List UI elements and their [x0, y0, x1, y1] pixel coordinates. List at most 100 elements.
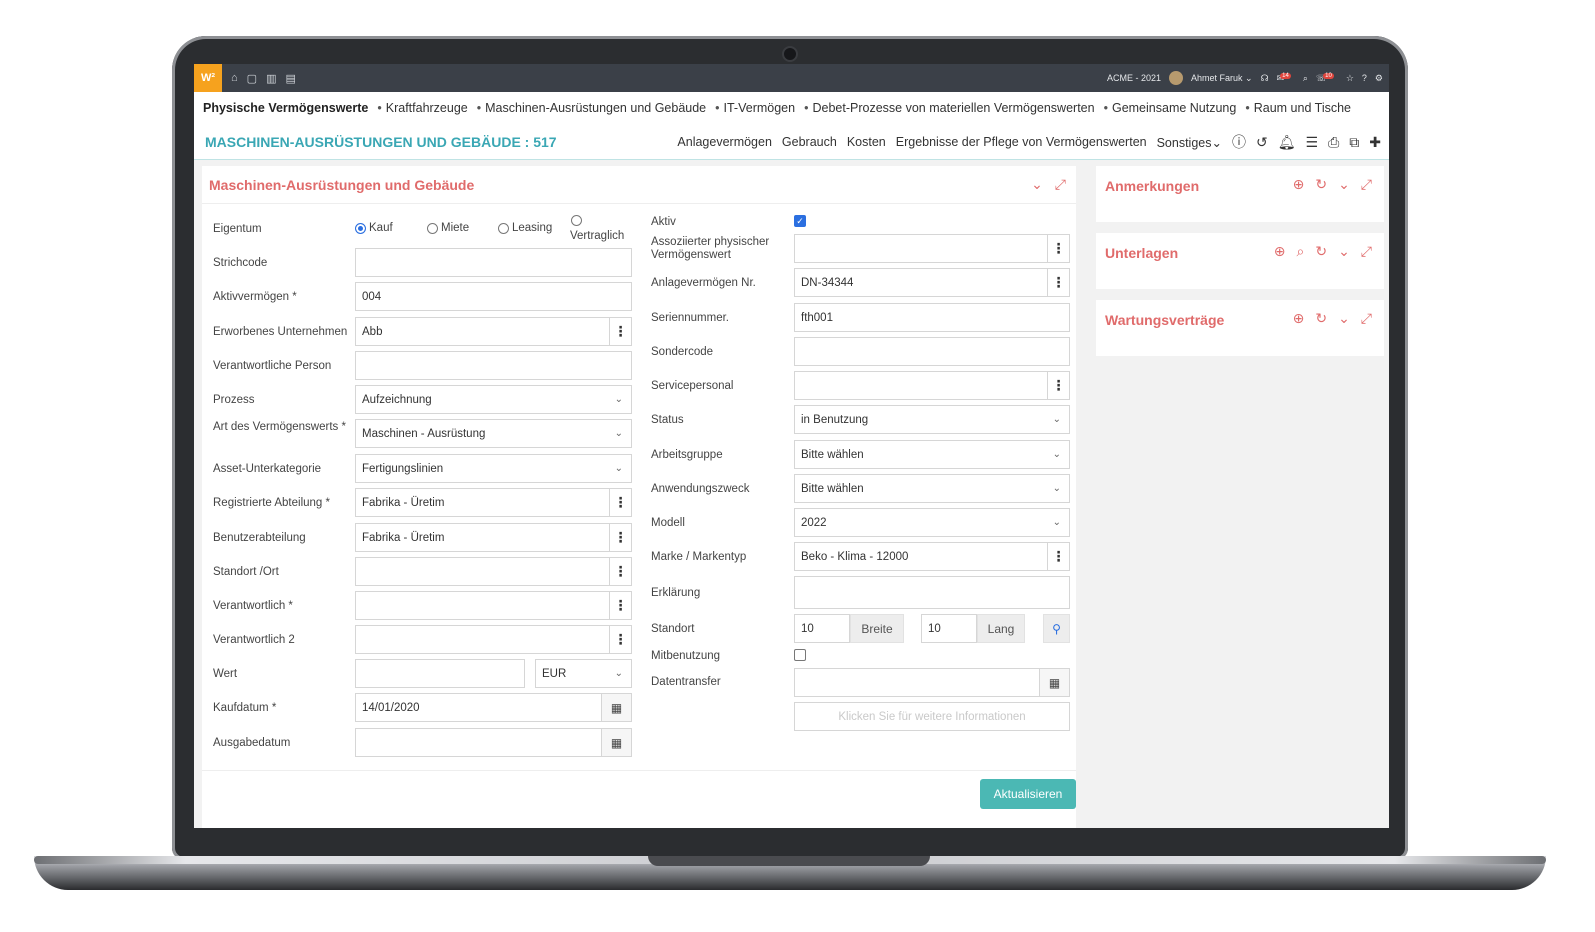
refresh-icon[interactable]: ↻: [1315, 243, 1327, 260]
star-icon[interactable]: ☆: [1346, 73, 1354, 84]
tab-kosten[interactable]: Kosten: [847, 135, 886, 149]
aktivvermoegen-input[interactable]: 004: [355, 282, 632, 311]
more-icon[interactable]: ⋮: [1047, 269, 1069, 296]
anwendungszweck-select[interactable]: Bitte wählen ⌄: [794, 474, 1070, 503]
company-selector[interactable]: ACME - 2021: [1107, 73, 1161, 83]
app-logo[interactable]: W²: [194, 64, 222, 92]
aktiv-checkbox[interactable]: ✓: [794, 215, 806, 227]
erworbenes-input[interactable]: Abb ⋮: [355, 317, 632, 346]
erklaerung-textarea[interactable]: [794, 576, 1070, 609]
lang-input[interactable]: 10: [921, 614, 977, 643]
collapse-icon[interactable]: ⌄: [1338, 310, 1350, 327]
nav-raum[interactable]: Raum und Tische: [1254, 101, 1351, 115]
headset-icon[interactable]: ☊: [1261, 73, 1269, 84]
collapse-icon[interactable]: ⌄: [1031, 176, 1043, 193]
tab-ergebnisse[interactable]: Ergebnisse der Pflege von Vermögenswerte…: [896, 135, 1147, 149]
verantwortlich-input[interactable]: ⋮: [355, 591, 632, 620]
refresh-icon[interactable]: ↻: [1315, 176, 1327, 193]
document-icon[interactable]: ▢: [247, 72, 257, 85]
calendar-icon[interactable]: ▦: [601, 694, 631, 721]
status-select[interactable]: in Benutzung ⌄: [794, 405, 1070, 434]
registrierte-input[interactable]: Fabrika - Üretim ⋮: [355, 488, 632, 517]
collapse-icon[interactable]: ⌄: [1338, 176, 1350, 193]
seriennummer-input[interactable]: fth001: [794, 303, 1070, 332]
arbeitsgruppe-select[interactable]: Bitte wählen ⌄: [794, 440, 1070, 469]
benutzerabteilung-input[interactable]: Fabrika - Üretim ⋮: [355, 523, 632, 552]
more-icon[interactable]: ⋮: [609, 489, 631, 516]
home-icon[interactable]: ⌂: [231, 72, 238, 84]
expand-icon[interactable]: ⤢: [1361, 176, 1372, 193]
notifications-icon[interactable]: ☏10: [1316, 72, 1338, 84]
mitbenutzung-checkbox[interactable]: [794, 649, 806, 661]
tab-sonstiges[interactable]: Sonstiges⌄: [1157, 135, 1222, 150]
verantwortlich2-input[interactable]: ⋮: [355, 625, 632, 654]
more-icon[interactable]: ⋮: [609, 318, 631, 345]
add-circle-icon[interactable]: ⊕: [1293, 310, 1305, 327]
chart-icon[interactable]: ▥: [266, 72, 276, 85]
messages-icon[interactable]: ✉14: [1277, 72, 1295, 84]
nav-gemeinsame[interactable]: Gemeinsame Nutzung: [1112, 101, 1236, 115]
nav-kraftfahrzeuge[interactable]: Kraftfahrzeuge: [386, 101, 468, 115]
calendar-icon[interactable]: ▦: [1039, 669, 1069, 696]
print-icon[interactable]: ⎙: [1328, 134, 1339, 151]
assoziierter-input[interactable]: ⋮: [794, 234, 1070, 263]
radio-miete[interactable]: Miete: [427, 222, 469, 234]
more-icon[interactable]: ⋮: [609, 626, 631, 653]
update-button[interactable]: Aktualisieren: [980, 779, 1076, 809]
more-icon[interactable]: ⋮: [1047, 543, 1069, 570]
unterkategorie-select[interactable]: Fertigungslinien ⌄: [355, 454, 632, 483]
copy-icon[interactable]: ⧉: [1349, 134, 1359, 151]
modell-select[interactable]: 2022 ⌄: [794, 508, 1070, 537]
nav-maschinen[interactable]: Maschinen-Ausrüstungen und Gebäude: [485, 101, 706, 115]
nav-it[interactable]: IT-Vermögen: [724, 101, 796, 115]
more-icon[interactable]: ⋮: [609, 592, 631, 619]
history-icon[interactable]: ↺: [1256, 134, 1268, 151]
map-pin-icon[interactable]: ⚲: [1043, 614, 1070, 643]
list-icon[interactable]: ☰: [1306, 134, 1319, 151]
avatar[interactable]: [1169, 71, 1183, 85]
more-icon[interactable]: ⋮: [1047, 235, 1069, 262]
radio-kauf[interactable]: Kauf: [355, 222, 393, 234]
nav-debet[interactable]: Debet-Prozesse von materiellen Vermögens…: [812, 101, 1094, 115]
chat-icon[interactable]: ⌕: [1303, 73, 1308, 84]
help-icon[interactable]: ?: [1362, 73, 1367, 83]
more-icon[interactable]: ⋮: [609, 558, 631, 585]
breite-input[interactable]: 10: [794, 614, 850, 643]
expand-icon[interactable]: ⤢: [1361, 243, 1372, 260]
search-icon[interactable]: ⌕: [1296, 243, 1304, 260]
currency-select[interactable]: EUR ⌄: [535, 659, 632, 688]
strichcode-input[interactable]: [355, 248, 632, 277]
expand-icon[interactable]: ⤢: [1361, 310, 1372, 327]
nav-physische[interactable]: Physische Vermögenswerte: [203, 101, 368, 115]
more-icon[interactable]: ⋮: [609, 524, 631, 551]
calendar-icon[interactable]: ▤: [285, 72, 295, 85]
user-menu[interactable]: Ahmet Faruk ⌄: [1191, 73, 1253, 84]
settings-icon[interactable]: ⚙: [1375, 73, 1383, 84]
standort-ort-input[interactable]: ⋮: [355, 557, 632, 586]
calendar-icon[interactable]: ▦: [601, 729, 631, 756]
add-icon[interactable]: ✚: [1369, 134, 1381, 151]
sondercode-input[interactable]: [794, 337, 1070, 366]
kaufdatum-input[interactable]: 14/01/2020 ▦: [355, 693, 632, 722]
marke-input[interactable]: Beko - Klima - 12000 ⋮: [794, 542, 1070, 571]
radio-vertraglich[interactable]: [571, 215, 582, 226]
datentransfer-input[interactable]: ▦: [794, 668, 1070, 697]
wert-input[interactable]: [355, 659, 525, 688]
anlage-nr-input[interactable]: DN-34344 ⋮: [794, 268, 1070, 297]
tab-anlagevermoegen[interactable]: Anlagevermögen: [677, 135, 772, 149]
verantwortliche-input[interactable]: [355, 351, 632, 380]
add-circle-icon[interactable]: ⊕: [1274, 243, 1286, 260]
radio-leasing[interactable]: Leasing: [498, 222, 552, 234]
more-info-button[interactable]: Klicken Sie für weitere Informationen: [794, 702, 1070, 731]
art-select[interactable]: Maschinen - Ausrüstung ⌄: [355, 419, 632, 448]
more-icon[interactable]: ⋮: [1047, 372, 1069, 399]
collapse-icon[interactable]: ⌄: [1338, 243, 1350, 260]
ausgabedatum-input[interactable]: ▦: [355, 728, 632, 757]
bell-icon[interactable]: 🔔︎: [1278, 134, 1296, 151]
tab-gebrauch[interactable]: Gebrauch: [782, 135, 837, 149]
prozess-select[interactable]: Aufzeichnung ⌄: [355, 385, 632, 414]
refresh-icon[interactable]: ↻: [1315, 310, 1327, 327]
expand-icon[interactable]: ⤢: [1055, 176, 1066, 193]
add-circle-icon[interactable]: ⊕: [1293, 176, 1305, 193]
info-icon[interactable]: ⓘ: [1232, 132, 1246, 152]
